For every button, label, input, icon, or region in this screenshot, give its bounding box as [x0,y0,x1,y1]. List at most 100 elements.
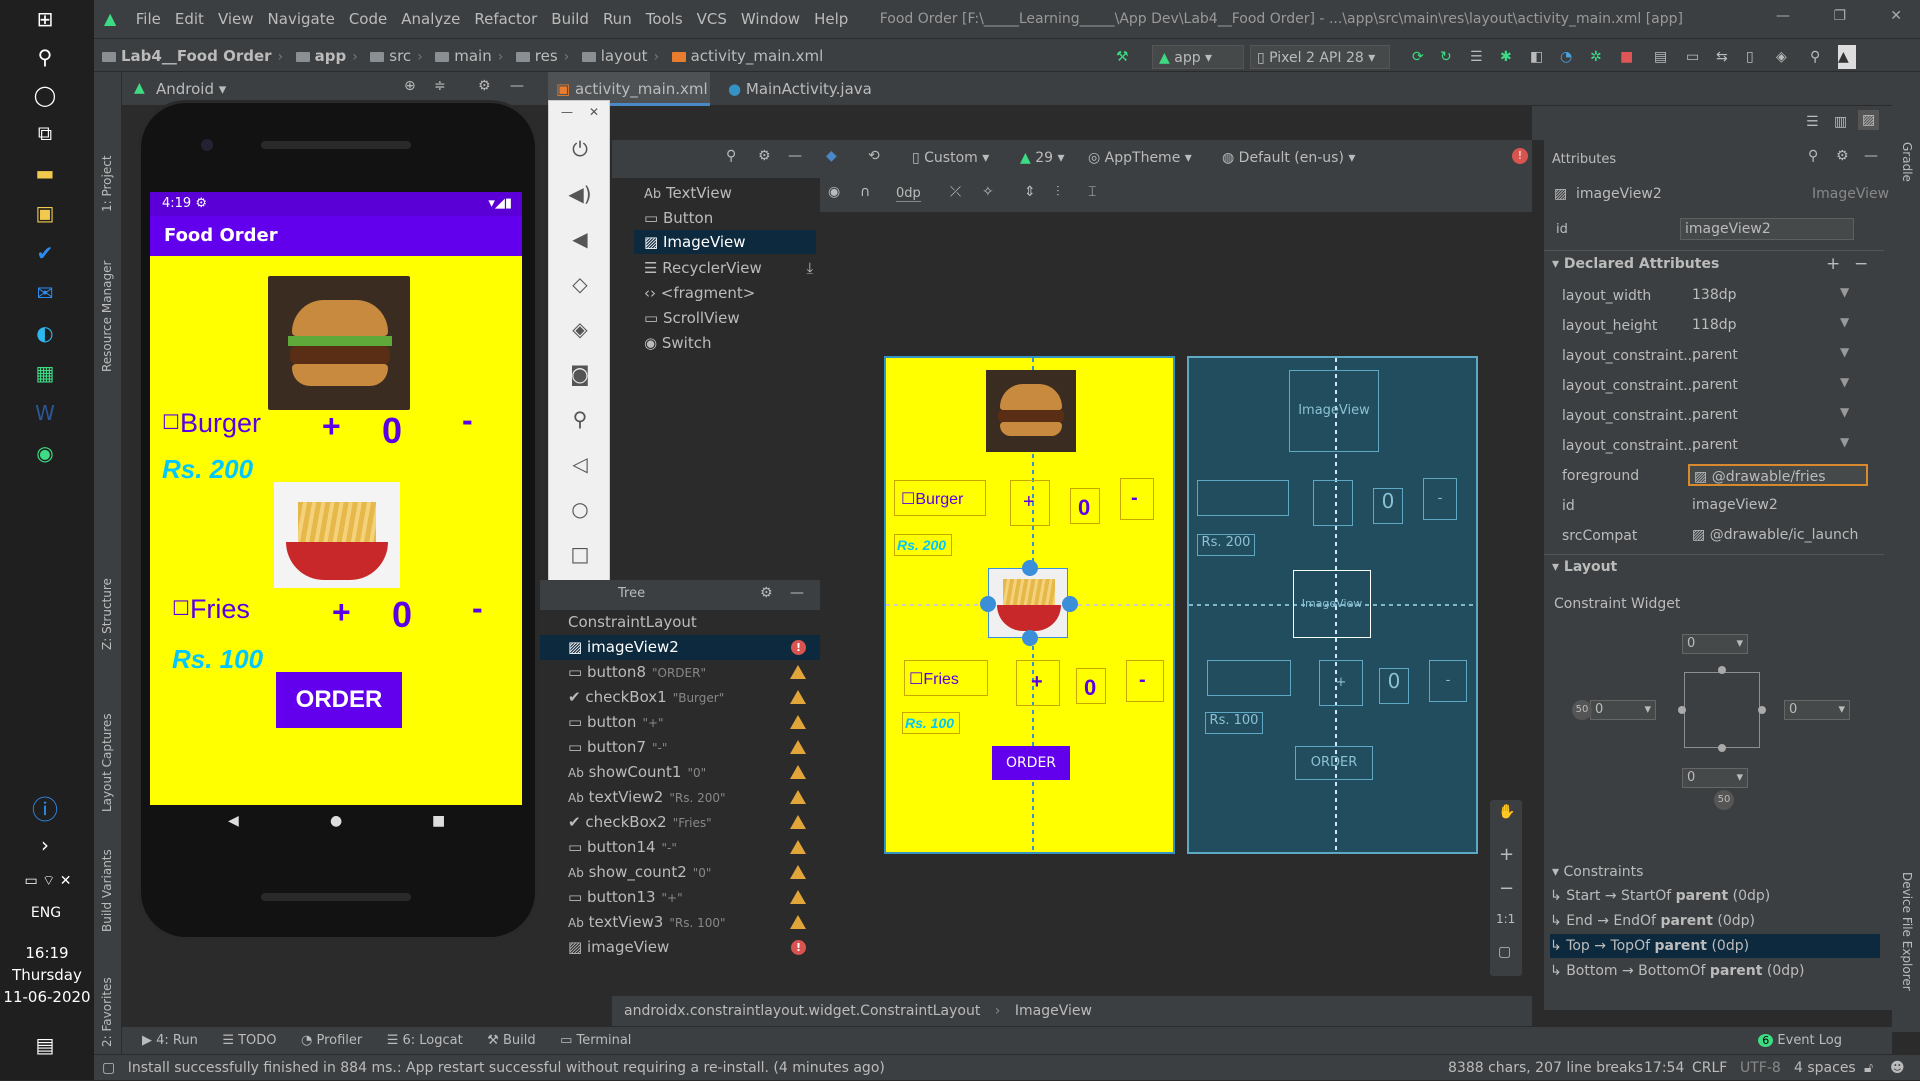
account-icon[interactable]: ▲ [1838,45,1856,69]
apply-changes-icon[interactable]: ⟳ [1412,45,1424,69]
chevron-down-icon[interactable]: ▼ [1840,315,1849,329]
design-burger-minus[interactable]: - [1120,478,1154,520]
palette-item-fragment[interactable]: ‹› <fragment> [644,284,755,302]
favorites-tab[interactable]: 2: Favorites [100,977,114,1047]
store-icon[interactable]: ▣ [30,198,60,228]
hide-icon[interactable]: — [510,78,524,94]
blueprint-count[interactable]: 0 [1373,488,1403,524]
home-icon[interactable]: ● [330,813,342,829]
constraints-section-title[interactable]: ▾ Constraints [1552,864,1643,880]
cortana-icon[interactable]: ◯ [30,80,60,110]
warning-icon[interactable] [790,815,806,829]
back-icon[interactable]: ◁ [568,452,592,476]
power-icon[interactable]: ⏻ [568,137,592,161]
avd-manager-icon[interactable]: ▭ [1686,45,1699,69]
chevron-up-icon[interactable]: › [30,830,60,860]
attr-value-foreground[interactable]: ▨ @drawable/fries [1688,464,1868,486]
attr-value-srccompat[interactable]: ▨ @drawable/ic_launch [1688,524,1868,546]
constraint-handle-right[interactable] [1062,596,1078,612]
status-indent[interactable]: 4 spaces [1794,1055,1856,1081]
tree-item-show-count2[interactable]: Ab show_count2 "0" [540,860,820,885]
phone-checkbox-fries[interactable]: ☐Fries [172,594,250,625]
breadcrumb-src[interactable]: src [370,39,411,73]
minimize-icon[interactable]: — [561,105,573,119]
structure-tab[interactable]: Z: Structure [100,578,114,650]
attr-row[interactable]: layout_constraint... parent ▼ [1544,370,1884,400]
horizontal-bias-value[interactable]: 50 [1714,790,1734,810]
screenshot-icon[interactable]: ◙ [568,362,592,386]
design-fries-price[interactable]: Rs. 100 [902,712,960,734]
zoom-actual-size[interactable]: 1:1 [1496,912,1515,926]
design-fries-minus[interactable]: - [1126,660,1164,702]
blueprint-checkbox-fries[interactable] [1207,660,1291,696]
gear-icon[interactable]: ⚙ [760,585,773,601]
list-icon[interactable]: ☰ [1470,45,1483,69]
constraint-handle-top[interactable] [1022,560,1038,576]
constraint-handle-bottom[interactable] [1718,744,1726,752]
blueprint-count[interactable]: 0 [1379,668,1409,704]
constraint-handle-left[interactable] [1678,706,1686,714]
menu-edit[interactable]: Edit [168,0,211,38]
palette-item-button[interactable]: ▭ Button [644,209,713,227]
constraint-handle-bottom[interactable] [1022,630,1038,646]
tree-item-button8[interactable]: ▭ button8 "ORDER" [540,660,820,685]
id-input[interactable]: imageView2 [1680,218,1854,240]
design-burger-price[interactable]: Rs. 200 [894,534,952,556]
sdk-manager-icon[interactable]: ⇆ [1716,45,1728,69]
recents-icon[interactable]: ■ [432,813,445,829]
declared-attributes-header[interactable]: ▾ Declared Attributes + − [1544,250,1884,278]
chevron-down-icon[interactable]: ▼ [1840,405,1849,419]
stop-icon[interactable]: ■ [1620,45,1633,69]
api-level-select[interactable]: ▲ 29 ▾ [1020,150,1065,166]
project-view-select[interactable]: Android ▾ [156,80,226,98]
collapse-icon[interactable]: ≑ [434,78,446,94]
attr-row[interactable]: layout_constraint... parent ▼ [1544,340,1884,370]
close-icon[interactable]: ✕ [1890,8,1902,24]
margin-left-select[interactable]: 0 ▾ [1590,700,1656,720]
chevron-down-icon[interactable]: ▼ [1840,345,1849,359]
constraint-item-selected[interactable]: ↳ Top → TopOf parent (0dp) [1550,934,1880,958]
constraint-handle-right[interactable] [1758,706,1766,714]
chevron-down-icon[interactable]: ▼ [1840,375,1849,389]
tool-build[interactable]: ⚒ Build [487,1027,535,1055]
attr-row[interactable]: layout_width 138dp ▼ [1544,280,1884,310]
tool-run[interactable]: ▶ 4: Run [142,1027,198,1055]
chevron-down-icon[interactable]: ▼ [1840,285,1849,299]
split-view-icon[interactable]: ▥ [1834,114,1847,130]
build-variants-tab[interactable]: Build Variants [100,849,114,932]
hide-icon[interactable]: — [790,585,804,601]
zoom-fit-icon[interactable]: ▢ [1498,944,1511,960]
gear-icon[interactable]: ⚙ [478,78,491,94]
attr-row[interactable]: id imageView2 [1544,490,1884,520]
status-panel-icon[interactable]: ▢ [102,1060,115,1076]
breadcrumb-layout[interactable]: layout [581,39,648,73]
search-icon[interactable]: ⚲ [30,42,60,72]
blueprint-order[interactable]: ORDER [1295,746,1373,780]
home-icon[interactable]: ○ [568,497,592,521]
tool-terminal[interactable]: ▭ Terminal [560,1027,631,1055]
coverage-icon[interactable]: ◧ [1530,45,1543,69]
blueprint-image-selected[interactable]: ImageView [1293,570,1371,638]
status-position[interactable]: 17:54 [1644,1055,1684,1081]
hammer-icon[interactable]: ⚒ [1116,45,1129,69]
menu-code[interactable]: Code [342,0,394,38]
zoom-icon[interactable]: ⚲ [568,407,592,431]
attr-value[interactable]: imageView2 [1688,494,1868,516]
close-icon[interactable]: ✕ [589,105,599,119]
warning-icon[interactable] [790,915,806,929]
menu-analyze[interactable]: Analyze [394,0,467,38]
word-icon[interactable]: W [30,398,60,428]
blueprint-minus[interactable]: - [1423,478,1457,520]
constraint-item[interactable]: ↳ Bottom → BottomOf parent (0dp) [1550,959,1880,983]
profiler-icon[interactable]: ◔ [1560,45,1572,69]
search-icon[interactable]: ⚲ [1808,148,1818,164]
tree-item-button14[interactable]: ▭ button14 "-" [540,835,820,860]
menu-navigate[interactable]: Navigate [261,0,342,38]
breadcrumb-file[interactable]: activity_main.xml [671,39,823,73]
pack-icon[interactable]: ⇕ [1024,184,1036,200]
chevron-down-icon[interactable]: ▼ [1840,435,1849,449]
tool-logcat[interactable]: ☰ 6: Logcat [387,1027,463,1055]
event-log[interactable]: 6 Event Log [1758,1027,1842,1055]
tree-item-showcount1[interactable]: Ab showCount1 "0" [540,760,820,785]
margin-right-select[interactable]: 0 ▾ [1784,700,1850,720]
